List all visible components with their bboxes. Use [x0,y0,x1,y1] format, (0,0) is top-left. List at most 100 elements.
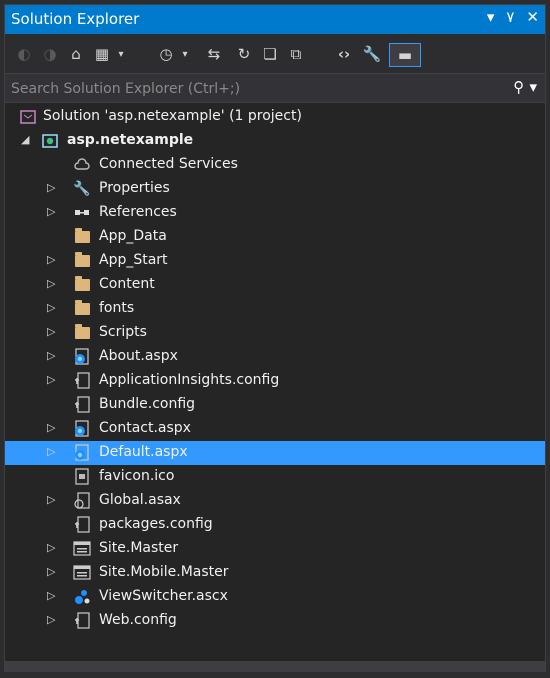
config-icon [73,372,91,390]
search-input[interactable] [9,77,493,101]
expand-arrow-icon[interactable]: ▷ [47,301,55,314]
tree-item-label: Properties [99,180,170,196]
web-project-icon [41,132,59,150]
config-icon [73,396,91,414]
tree-item[interactable]: favicon.ico [5,465,545,489]
tree-item[interactable]: ▷ Content [5,273,545,297]
tree-item-label: App_Start [99,252,168,268]
expand-arrow-icon[interactable]: ▷ [47,253,55,266]
tree-item[interactable]: ▷ fonts [5,297,545,321]
tree-item[interactable]: ▷ ViewSwitcher.ascx [5,585,545,609]
switch-views-icon[interactable]: ▦ [91,43,113,65]
sync-active-document-icon[interactable]: ⇆ [203,43,225,65]
expand-arrow-icon[interactable]: ▷ [47,349,55,362]
show-all-files-icon[interactable]: ⧉ [285,43,307,65]
tree-item[interactable]: packages.config [5,513,545,537]
tree-item-solution[interactable]: Solution 'asp.netexample' (1 project) [5,105,545,129]
project-label: asp.netexample [67,132,194,148]
tree-item-label: References [99,204,177,220]
expand-arrow-icon[interactable]: ▷ [47,613,55,626]
expanded-arrow-icon[interactable]: ◢ [21,133,29,146]
tree-item-label: fonts [99,300,135,316]
window-position-dropdown-icon[interactable]: ▾ [487,8,495,26]
tree-item[interactable]: ▷ Site.Master [5,537,545,561]
tree-item[interactable]: ▷ About.aspx [5,345,545,369]
tree-item[interactable]: ▷ 🔧 Properties [5,177,545,201]
expand-arrow-icon[interactable]: ▷ [47,565,55,578]
global-icon [73,492,91,510]
tree-item-label: Site.Mobile.Master [99,564,229,580]
collapse-all-icon[interactable]: ❏ [259,43,281,65]
properties-wrench-icon[interactable]: 🔧 [361,43,383,65]
expand-arrow-icon[interactable]: ▷ [47,181,55,194]
expand-arrow-icon[interactable]: ▷ [47,277,55,290]
references-icon [73,204,91,222]
expand-arrow-icon[interactable]: ▷ [47,445,55,458]
tree-item-label: Web.config [99,612,177,628]
home-icon[interactable]: ⌂ [65,43,87,65]
tree-item[interactable]: Bundle.config [5,393,545,417]
panel-title: Solution Explorer [11,10,140,28]
expand-arrow-icon[interactable]: ▷ [47,205,55,218]
pin-icon[interactable]: ٧ [506,8,514,26]
refresh-icon[interactable]: ↻ [233,43,255,65]
pending-changes-filter-icon[interactable]: ◷ [155,43,177,65]
tree-item-label: Connected Services [99,156,238,172]
user-control-icon [73,588,91,606]
close-icon[interactable]: ✕ [526,8,539,26]
folder-icon [73,228,91,246]
chevron-down-icon[interactable]: ▾ [115,43,127,65]
master-page-icon [73,540,91,558]
tree-item-label: About.aspx [99,348,178,364]
forward-icon[interactable]: ◑ [41,43,59,65]
tree-item[interactable]: ▷ Contact.aspx [5,417,545,441]
horizontal-scrollbar[interactable] [5,661,545,671]
config-icon [73,516,91,534]
tree-item[interactable]: ▷ Site.Mobile.Master [5,561,545,585]
tree-item-label: App_Data [99,228,167,244]
tree-item-label: ApplicationInsights.config [99,372,280,388]
image-file-icon [73,468,91,486]
tree-item[interactable]: App_Data [5,225,545,249]
view-code-icon[interactable]: ‹› [333,43,355,65]
back-icon[interactable]: ◐ [15,43,33,65]
solution-explorer-panel: Solution Explorer ▾ ٧ ✕ ◐ ◑ ⌂ ▦ ▾ ◷ ▾ ⇆ … [4,4,546,672]
tree-item-label: favicon.ico [99,468,175,484]
filter-dropdown-icon[interactable]: ▾ [179,43,191,65]
tree-item-label: Default.aspx [99,444,188,460]
solution-tree: Solution 'asp.netexample' (1 project) ◢ … [5,105,545,633]
expand-arrow-icon[interactable]: ▷ [47,589,55,602]
folder-icon [73,276,91,294]
tree-item[interactable]: ▷ Scripts [5,321,545,345]
expand-arrow-icon[interactable]: ▷ [47,541,55,554]
tree-item[interactable]: ▷ App_Start [5,249,545,273]
wrench-icon: 🔧 [73,181,91,197]
tree-item-label: Scripts [99,324,147,340]
title-bar: Solution Explorer ▾ ٧ ✕ [5,5,545,34]
expand-arrow-icon[interactable]: ▷ [47,421,55,434]
tree-item[interactable]: ▷ References [5,201,545,225]
tree-item[interactable]: ▷ ApplicationInsights.config [5,369,545,393]
search-bar: ⚲ ▾ [5,73,545,103]
tree-item[interactable]: ▷ Global.asax [5,489,545,513]
web-page-icon [73,420,91,438]
tree-item[interactable]: ▷ Web.config [5,609,545,633]
expand-arrow-icon[interactable]: ▷ [47,373,55,386]
master-page-icon [73,564,91,582]
tree-item-label: Global.asax [99,492,181,508]
solution-icon [19,108,37,126]
preview-selected-items-icon[interactable]: ▬ [389,43,421,67]
tree-item-label: ViewSwitcher.ascx [99,588,228,604]
expand-arrow-icon[interactable]: ▷ [47,493,55,506]
folder-icon [73,300,91,318]
cloud-icon [73,156,91,174]
tree-item-label: Content [99,276,155,292]
solution-label: Solution 'asp.netexample' (1 project) [43,108,302,124]
expand-arrow-icon[interactable]: ▷ [47,325,55,338]
config-icon [73,612,91,630]
tree-item[interactable]: ▷ Default.aspx [5,441,545,465]
search-icon[interactable]: ⚲ ▾ [513,78,537,96]
tree-item-project[interactable]: ◢ asp.netexample [5,129,545,153]
tree-item[interactable]: Connected Services [5,153,545,177]
folder-icon [73,324,91,342]
